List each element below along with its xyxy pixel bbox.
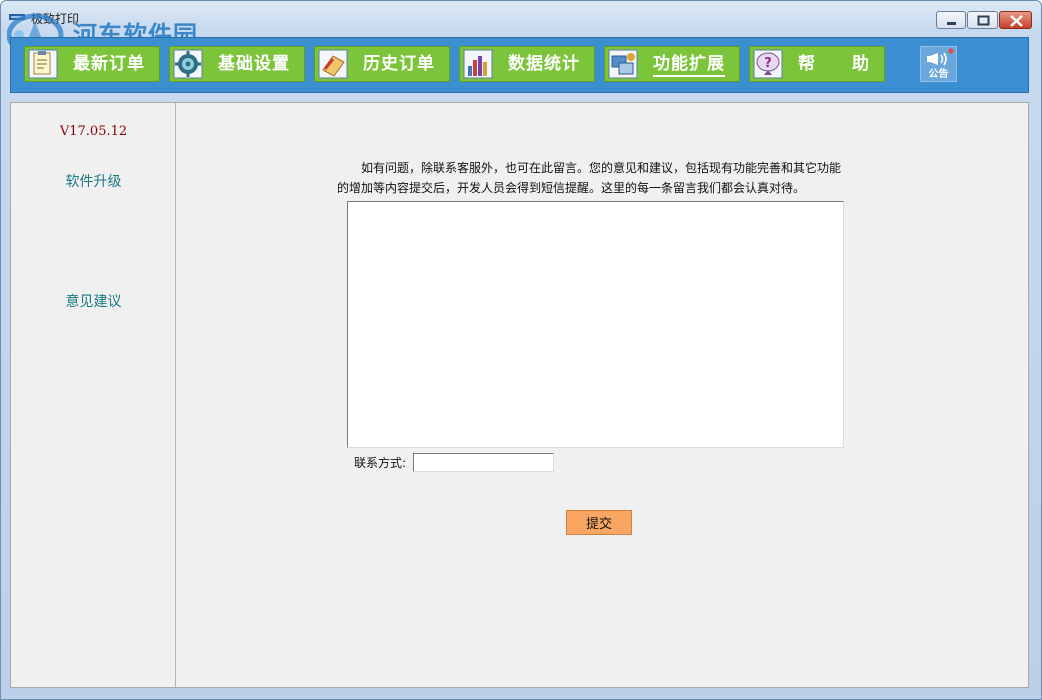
svg-text:?: ? xyxy=(764,56,772,71)
history-icon xyxy=(318,49,348,79)
extension-icon xyxy=(608,49,638,79)
toolbar-item-label: 帮 助 xyxy=(798,54,870,74)
minimize-icon xyxy=(947,22,956,25)
app-icon xyxy=(9,14,25,20)
toolbar-item-label: 功能扩展 xyxy=(643,47,735,81)
close-icon xyxy=(1010,15,1023,27)
title-bar[interactable]: 极致打印 河东软件园 www.pc0359.cn xyxy=(1,1,1041,67)
gear-icon xyxy=(173,49,203,79)
toolbar-extensions-button[interactable]: 功能扩展 xyxy=(604,46,740,82)
bar-chart-icon xyxy=(463,49,493,79)
content-panel: V17.05.12 软件升级 意见建议 如有问题，除联系客服外，也可在此留言。您… xyxy=(10,102,1029,688)
app-window: 极致打印 河东软件园 www.pc0359.cn xyxy=(0,0,1042,700)
version-label: V17.05.12 xyxy=(59,124,128,139)
sidebar: V17.05.12 软件升级 意见建议 xyxy=(11,103,176,687)
window-title: 极致打印 xyxy=(31,12,80,26)
contact-input[interactable] xyxy=(413,453,554,472)
help-icon: ? xyxy=(753,49,783,79)
feedback-message-textarea[interactable] xyxy=(347,201,844,448)
maximize-icon xyxy=(977,15,990,26)
toolbar-item-label: 基础设置 xyxy=(218,54,290,74)
toolbar-item-label: 历史订单 xyxy=(363,54,435,74)
notice-label: 公告 xyxy=(928,69,949,80)
contact-label: 联系方式: xyxy=(354,456,407,470)
toolbar-basic-settings-button[interactable]: 基础设置 xyxy=(169,46,305,82)
submit-button[interactable]: 提交 xyxy=(566,510,632,535)
toolbar-item-label: 数据统计 xyxy=(508,54,580,74)
clipboard-icon xyxy=(28,49,58,79)
close-button[interactable] xyxy=(999,11,1032,29)
feedback-description: 如有问题，除联系客服外，也可在此留言。您的意见和建议，包括现有功能完善和其它功能… xyxy=(337,161,842,195)
toolbar-help-button[interactable]: ? 帮 助 xyxy=(749,46,885,82)
sidebar-item-software-upgrade[interactable]: 软件升级 xyxy=(11,171,176,191)
toolbar-latest-orders-button[interactable]: 最新订单 xyxy=(24,46,160,82)
minimize-button[interactable] xyxy=(936,11,966,29)
notice-button[interactable]: 公告 xyxy=(920,46,957,82)
sidebar-item-feedback[interactable]: 意见建议 xyxy=(11,291,176,311)
toolbar-item-label: 最新订单 xyxy=(73,54,145,74)
toolbar-statistics-button[interactable]: 数据统计 xyxy=(459,46,595,82)
toolbar-history-orders-button[interactable]: 历史订单 xyxy=(314,46,450,82)
feedback-form: 如有问题，除联系客服外，也可在此留言。您的意见和建议，包括现有功能完善和其它功能… xyxy=(177,103,1028,687)
main-toolbar: 最新订单 基础设置 历史订单 数据统计 功能扩展 ? 帮 助 公告 xyxy=(10,37,1029,93)
maximize-button[interactable] xyxy=(967,11,998,29)
